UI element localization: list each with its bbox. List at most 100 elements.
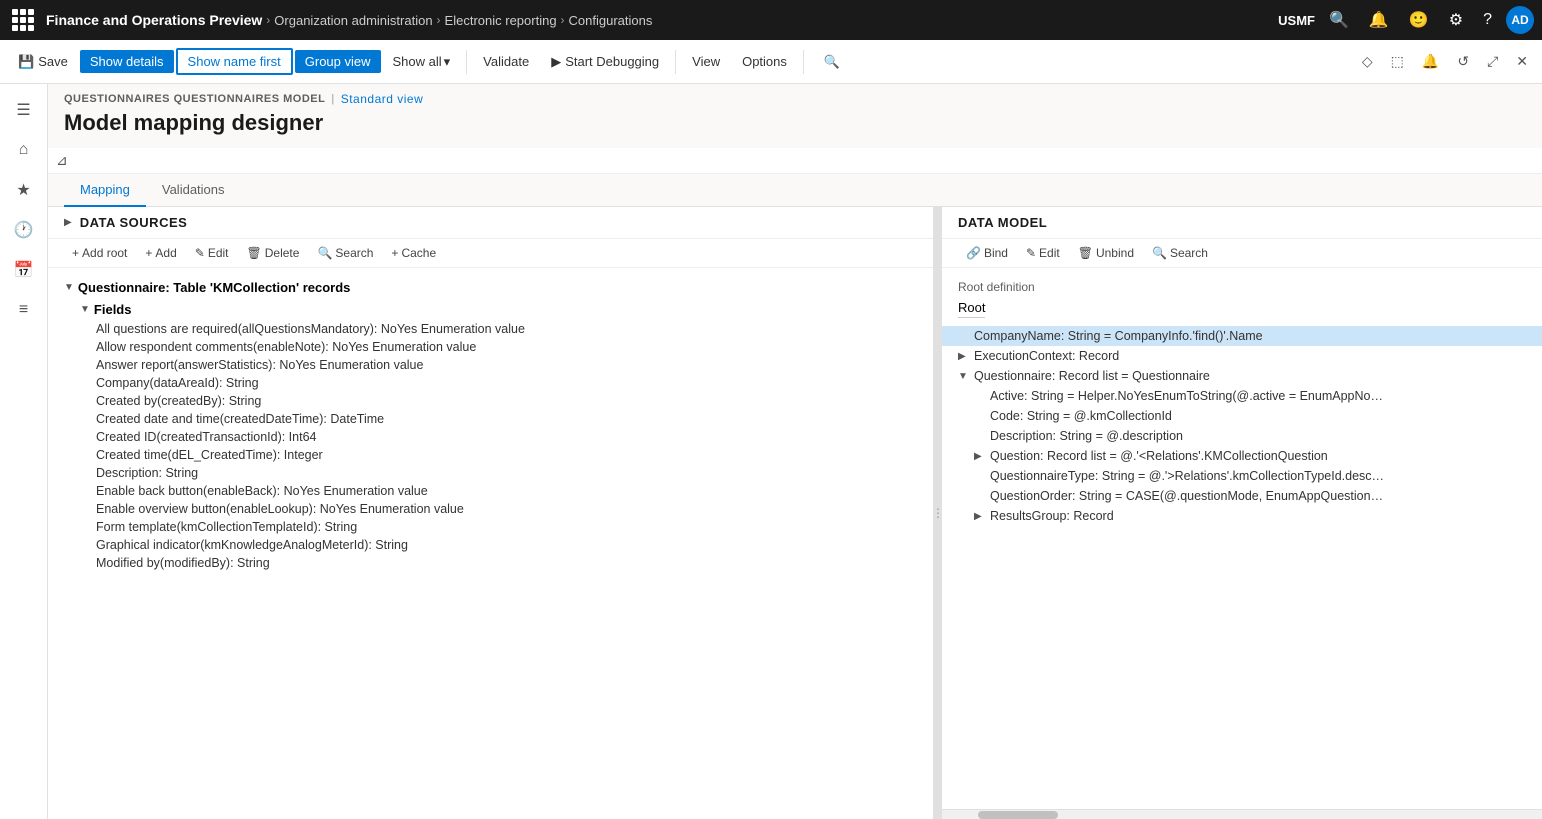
delete-button[interactable]: 🗑 Delete (239, 243, 308, 263)
dm-edit-button[interactable]: ✎ Edit (1018, 243, 1068, 263)
group-collapse-icon: ▼ (64, 282, 74, 293)
group-view-button[interactable]: Group view (295, 50, 381, 73)
toolbar-right-icon-1[interactable]: ◇ (1356, 49, 1379, 74)
sidebar-icon-home[interactable]: ⌂ (6, 132, 42, 168)
dm-item-company-name[interactable]: CompanyName: String = CompanyInfo.'find(… (942, 326, 1542, 346)
bind-button[interactable]: 🔗 Bind (958, 243, 1016, 263)
sidebar-icon-workspaces[interactable]: 📅 (6, 252, 42, 288)
app-grid-button[interactable] (8, 5, 38, 35)
edit-icon: ✎ (195, 246, 205, 260)
expand-icon-questionnaire: ▼ (958, 371, 970, 382)
start-debugging-button[interactable]: ▶ Start Debugging (541, 50, 669, 74)
list-item[interactable]: Answer report(answerStatistics): NoYes E… (48, 356, 933, 374)
save-button[interactable]: 💾 Save (8, 50, 78, 74)
horizontal-scrollbar[interactable] (942, 809, 1542, 819)
dm-edit-icon: ✎ (1026, 246, 1036, 260)
toolbar-right-icon-2[interactable]: ⬚ (1385, 49, 1410, 74)
show-details-button[interactable]: Show details (80, 50, 174, 73)
standard-view-button[interactable]: Standard view (341, 92, 424, 106)
tab-mapping[interactable]: Mapping (64, 174, 146, 207)
notifications-button[interactable]: 🔔 (1363, 6, 1395, 34)
dm-item-questionnaire[interactable]: ▼ Questionnaire: Record list = Questionn… (942, 366, 1542, 386)
list-item[interactable]: Modified by(modifiedBy): String (48, 554, 933, 572)
dm-item-results-group[interactable]: ▶ ResultsGroup: Record (942, 506, 1542, 526)
expand-icon[interactable]: ▶ (64, 217, 72, 228)
dm-item-questionnaire-type[interactable]: QuestionnaireType: String = @.'>Relation… (942, 466, 1542, 486)
sidebar-icon-recent[interactable]: 🕐 (6, 212, 42, 248)
unbind-button[interactable]: 🗑 Unbind (1070, 243, 1142, 263)
datasources-tree: ▼ Questionnaire: Table 'KMCollection' re… (48, 268, 933, 819)
toolbar-close-icon[interactable]: ✕ (1510, 49, 1534, 74)
dm-search-button[interactable]: 🔍 Search (1144, 243, 1216, 263)
filter-icon[interactable]: ⊿ (56, 152, 68, 169)
toolbar-search-button[interactable]: 🔍 (814, 50, 850, 74)
toolbar-refresh-icon[interactable]: ↺ (1451, 49, 1475, 74)
search-icon: 🔍 (317, 246, 332, 260)
user-avatar[interactable]: AD (1506, 6, 1534, 34)
fields-sub-header[interactable]: ▼ Fields (48, 299, 933, 320)
breadcrumb-configurations[interactable]: Configurations (569, 13, 653, 28)
search-icon-button[interactable]: 🔍 (1323, 6, 1355, 34)
toolbar-expand-icon[interactable]: ⤢ (1481, 49, 1504, 74)
dm-item-active[interactable]: Active: String = Helper.NoYesEnumToStrin… (942, 386, 1542, 406)
save-icon: 💾 (18, 54, 34, 70)
list-item[interactable]: Created by(createdBy): String (48, 392, 933, 410)
sidebar-icon-modules[interactable]: ≡ (6, 292, 42, 328)
questionnaire-group-header[interactable]: ▼ Questionnaire: Table 'KMCollection' re… (48, 276, 933, 299)
breadcrumb: › Organization administration › Electron… (266, 13, 652, 28)
add-icon: + (145, 246, 152, 260)
cache-icon: + (391, 246, 398, 260)
tab-validations[interactable]: Validations (146, 174, 241, 207)
debug-icon: ▶ (551, 54, 561, 70)
dm-item-question-order[interactable]: QuestionOrder: String = CASE(@.questionM… (942, 486, 1542, 506)
dm-item-code[interactable]: Code: String = @.kmCollectionId (942, 406, 1542, 426)
list-item[interactable]: Description: String (48, 464, 933, 482)
top-navigation: Finance and Operations Preview › Organiz… (0, 0, 1542, 40)
list-item[interactable]: Created ID(createdTransactionId): Int64 (48, 428, 933, 446)
sidebar-icon-favorites[interactable]: ★ (6, 172, 42, 208)
scrollbar-thumb[interactable] (978, 811, 1058, 819)
settings-button[interactable]: ⚙ (1443, 6, 1469, 34)
options-button[interactable]: Options (732, 50, 797, 73)
cache-button[interactable]: + Cache (383, 243, 444, 263)
list-item[interactable]: Created time(dEL_CreatedTime): Integer (48, 446, 933, 464)
breadcrumb-electronic-reporting[interactable]: Electronic reporting (445, 13, 557, 28)
fields-collapse-icon: ▼ (80, 304, 90, 315)
list-item[interactable]: Graphical indicator(kmKnowledgeAnalogMet… (48, 536, 933, 554)
add-root-icon: + (72, 246, 79, 260)
page-title: Model mapping designer (64, 110, 1526, 136)
list-item[interactable]: Form template(kmCollectionTemplateId): S… (48, 518, 933, 536)
list-item[interactable]: All questions are required(allQuestionsM… (48, 320, 933, 338)
search-button[interactable]: 🔍 Search (309, 243, 381, 263)
dm-item-description[interactable]: Description: String = @.description (942, 426, 1542, 446)
validate-button[interactable]: Validate (473, 50, 539, 73)
dm-item-question[interactable]: ▶ Question: Record list = @.'<Relations'… (942, 446, 1542, 466)
breadcrumb-org-admin[interactable]: Organization administration (274, 13, 432, 28)
split-drag-handle[interactable] (934, 207, 942, 819)
expand-icon-execution-context: ▶ (958, 351, 970, 362)
questionnaire-group-label: Questionnaire: Table 'KMCollection' reco… (78, 280, 351, 295)
list-item[interactable]: Enable overview button(enableLookup): No… (48, 500, 933, 518)
root-def-value: Root (942, 298, 1542, 326)
list-item[interactable]: Created date and time(createdDateTime): … (48, 410, 933, 428)
dm-item-execution-context[interactable]: ▶ ExecutionContext: Record (942, 346, 1542, 366)
datasources-header: ▶ DATA SOURCES (48, 207, 933, 239)
list-item[interactable]: Allow respondent comments(enableNote): N… (48, 338, 933, 356)
sidebar-icon-menu[interactable]: ☰ (6, 92, 42, 128)
page-breadcrumb-separator: | (331, 93, 334, 105)
list-item[interactable]: Company(dataAreaId): String (48, 374, 933, 392)
add-root-button[interactable]: + Add root (64, 243, 135, 263)
datasources-toolbar: + Add root + Add ✎ Edit 🗑 Delete (48, 239, 933, 268)
view-button[interactable]: View (682, 50, 730, 73)
show-all-button[interactable]: Show all ▾ (383, 50, 461, 74)
expand-icon-results-group: ▶ (974, 511, 986, 522)
edit-button[interactable]: ✎ Edit (187, 243, 237, 263)
emoji-button[interactable]: 🙂 (1403, 6, 1435, 34)
help-button[interactable]: ? (1477, 7, 1498, 33)
toolbar-notifications-icon[interactable]: 🔔 (1416, 49, 1445, 74)
list-item[interactable]: Enable back button(enableBack): NoYes En… (48, 482, 933, 500)
datasources-title: DATA SOURCES (80, 215, 188, 230)
add-button[interactable]: + Add (137, 243, 184, 263)
left-sidebar: ☰ ⌂ ★ 🕐 📅 ≡ (0, 84, 48, 819)
show-name-first-button[interactable]: Show name first (176, 48, 293, 75)
